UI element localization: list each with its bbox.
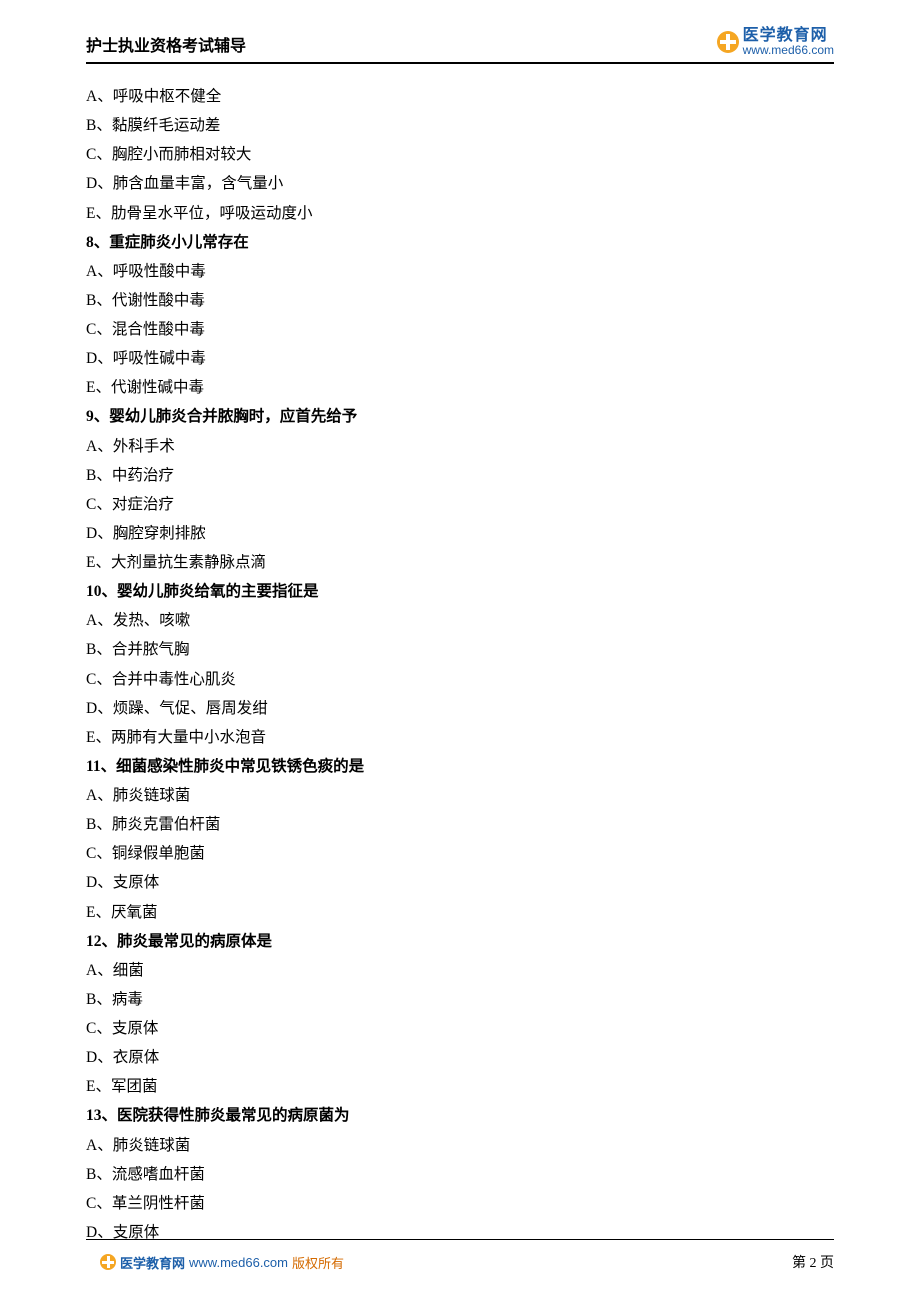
logo-text: 医学教育网 www.med66.com	[743, 28, 834, 56]
option-row: D、胸腔穿刺排脓	[86, 519, 834, 548]
option-text: 支原体	[112, 1020, 159, 1037]
option-text: 混合性酸中毒	[112, 321, 205, 338]
option-row: E、代谢性碱中毒	[86, 373, 834, 402]
question-stem: 13、医院获得性肺炎最常见的病原菌为	[86, 1101, 834, 1130]
option-text: 肋骨呈水平位，呼吸运动度小	[111, 205, 313, 222]
footer-url: www.med66.com	[189, 1255, 288, 1270]
option-text: 细菌	[113, 962, 144, 979]
option-row: A、细菌	[86, 956, 834, 985]
question-text: 肺炎最常见的病原体是	[117, 933, 272, 950]
question-stem: 8、重症肺炎小儿常存在	[86, 228, 834, 257]
option-row: D、呼吸性碱中毒	[86, 344, 834, 373]
option-row: A、肺炎链球菌	[86, 781, 834, 810]
option-text: 发热、咳嗽	[113, 612, 191, 629]
option-row: E、厌氧菌	[86, 898, 834, 927]
option-row: B、病毒	[86, 985, 834, 1014]
option-text: 合并脓气胸	[112, 641, 190, 658]
option-row: A、呼吸性酸中毒	[86, 257, 834, 286]
option-row: C、对症治疗	[86, 490, 834, 519]
option-row: B、中药治疗	[86, 461, 834, 490]
option-text: 代谢性酸中毒	[112, 292, 205, 309]
option-row: A、肺炎链球菌	[86, 1131, 834, 1160]
logo-url: www.med66.com	[743, 44, 834, 56]
page-footer: 医学教育网 www.med66.com 版权所有 第 2 页	[100, 1252, 834, 1272]
option-text: 肺含血量丰富，含气量小	[113, 175, 284, 192]
page-header: 护士执业资格考试辅导 医学教育网 www.med66.com	[86, 28, 834, 64]
option-text: 大剂量抗生素静脉点滴	[111, 554, 266, 571]
option-row: D、支原体	[86, 1218, 834, 1247]
option-row: E、两肺有大量中小水泡音	[86, 723, 834, 752]
question-stem: 10、婴幼儿肺炎给氧的主要指征是	[86, 577, 834, 606]
option-text: 肺炎克雷伯杆菌	[112, 816, 221, 833]
page-container: 护士执业资格考试辅导 医学教育网 www.med66.com A、呼吸中枢不健全…	[0, 0, 920, 1302]
option-row: C、支原体	[86, 1014, 834, 1043]
option-row: E、肋骨呈水平位，呼吸运动度小	[86, 199, 834, 228]
option-text: 肺炎链球菌	[113, 787, 191, 804]
option-text: 胸腔小而肺相对较大	[112, 146, 252, 163]
option-row: C、混合性酸中毒	[86, 315, 834, 344]
medical-cross-icon	[717, 31, 739, 53]
option-row: E、大剂量抗生素静脉点滴	[86, 548, 834, 577]
option-text: 合并中毒性心肌炎	[112, 671, 236, 688]
footer-brand: 医学教育网	[120, 1253, 185, 1272]
option-text: 流感嗜血杆菌	[112, 1166, 205, 1183]
option-row: D、烦躁、气促、唇周发绀	[86, 694, 834, 723]
option-text: 对症治疗	[112, 496, 174, 513]
option-text: 衣原体	[113, 1049, 160, 1066]
medical-cross-icon	[100, 1254, 116, 1270]
option-text: 铜绿假单胞菌	[112, 845, 205, 862]
option-text: 呼吸性碱中毒	[113, 350, 206, 367]
option-row: B、黏膜纤毛运动差	[86, 111, 834, 140]
footer-left: 医学教育网 www.med66.com 版权所有	[100, 1253, 344, 1272]
option-text: 外科手术	[113, 438, 175, 455]
option-text: 支原体	[113, 874, 160, 891]
question-stem: 11、细菌感染性肺炎中常见铁锈色痰的是	[86, 752, 834, 781]
option-row: A、发热、咳嗽	[86, 606, 834, 635]
option-text: 呼吸中枢不健全	[113, 88, 222, 105]
option-row: C、合并中毒性心肌炎	[86, 665, 834, 694]
page-number: 第 2 页	[792, 1252, 834, 1272]
option-row: C、革兰阴性杆菌	[86, 1189, 834, 1218]
option-row: C、铜绿假单胞菌	[86, 839, 834, 868]
option-text: 革兰阴性杆菌	[112, 1195, 205, 1212]
footer-copyright: 版权所有	[292, 1253, 344, 1272]
option-row: D、支原体	[86, 868, 834, 897]
question-text: 重症肺炎小儿常存在	[109, 234, 249, 251]
option-text: 两肺有大量中小水泡音	[111, 729, 266, 746]
option-row: B、代谢性酸中毒	[86, 286, 834, 315]
option-row: D、衣原体	[86, 1043, 834, 1072]
option-row: A、呼吸中枢不健全	[86, 82, 834, 111]
option-text: 烦躁、气促、唇周发绀	[113, 700, 268, 717]
option-row: C、胸腔小而肺相对较大	[86, 140, 834, 169]
option-row: B、合并脓气胸	[86, 635, 834, 664]
question-text: 医院获得性肺炎最常见的病原菌为	[117, 1107, 350, 1124]
logo-block: 医学教育网 www.med66.com	[717, 28, 834, 56]
option-row: E、军团菌	[86, 1072, 834, 1101]
option-text: 黏膜纤毛运动差	[112, 117, 221, 134]
footer-divider	[86, 1239, 834, 1240]
option-text: 病毒	[112, 991, 143, 1008]
option-row: A、外科手术	[86, 432, 834, 461]
option-text: 厌氧菌	[111, 904, 158, 921]
option-text: 中药治疗	[112, 467, 174, 484]
option-text: 胸腔穿刺排脓	[113, 525, 206, 542]
question-text: 细菌感染性肺炎中常见铁锈色痰的是	[116, 758, 364, 775]
question-text: 婴幼儿肺炎合并脓胸时，应首先给予	[109, 408, 357, 425]
content-body: A、呼吸中枢不健全 B、黏膜纤毛运动差 C、胸腔小而肺相对较大 D、肺含血量丰富…	[86, 82, 834, 1247]
option-text: 呼吸性酸中毒	[113, 263, 206, 280]
question-text: 婴幼儿肺炎给氧的主要指征是	[117, 583, 319, 600]
question-stem: 9、婴幼儿肺炎合并脓胸时，应首先给予	[86, 402, 834, 431]
logo-brand-cn: 医学教育网	[743, 28, 834, 44]
option-text: 军团菌	[111, 1078, 158, 1095]
option-text: 代谢性碱中毒	[111, 379, 204, 396]
header-title: 护士执业资格考试辅导	[86, 32, 246, 58]
option-row: B、流感嗜血杆菌	[86, 1160, 834, 1189]
option-row: B、肺炎克雷伯杆菌	[86, 810, 834, 839]
option-text: 肺炎链球菌	[113, 1137, 191, 1154]
question-stem: 12、肺炎最常见的病原体是	[86, 927, 834, 956]
option-row: D、肺含血量丰富，含气量小	[86, 169, 834, 198]
